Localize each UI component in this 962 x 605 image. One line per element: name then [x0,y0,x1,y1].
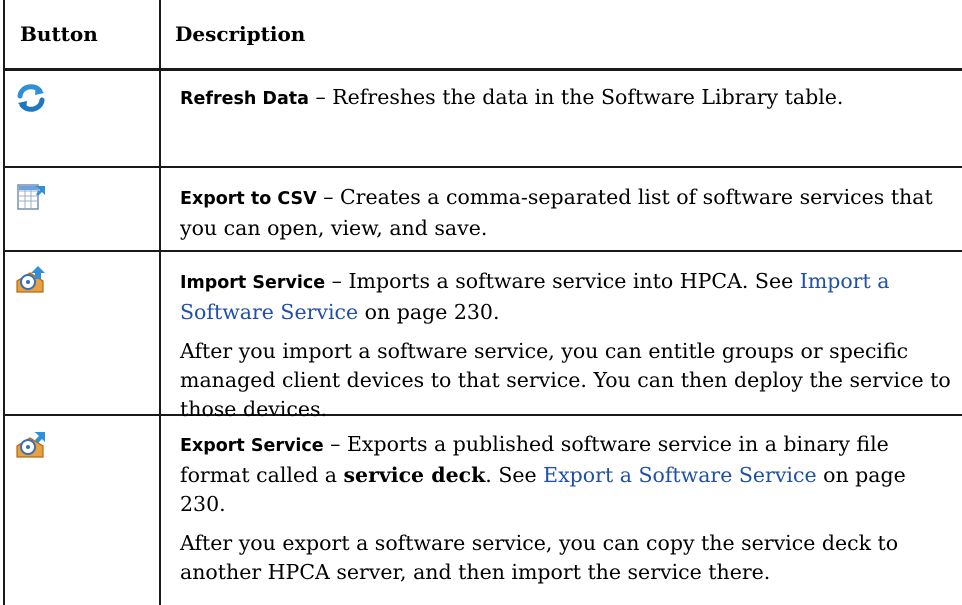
export-service-icon[interactable] [14,430,48,460]
term-export-csv: Export to CSV [180,189,317,209]
refresh-data-description: Refresh Data – Refreshes the data in the… [180,85,844,109]
refresh-icon[interactable] [14,83,48,113]
header-button: Button [20,22,98,46]
service-deck-term: service deck [343,463,486,487]
export-csv-description: Export to CSV – Creates a comma-separate… [180,185,933,240]
row-divider [3,250,962,252]
import-service-icon[interactable] [14,265,48,295]
refresh-data-text: Refreshes the data in the Software Libra… [332,85,844,109]
column-divider [159,0,161,605]
term-export-service: Export Service [180,436,324,456]
table-left-border [3,0,5,605]
header-description: Description [175,22,306,46]
export-service-note: After you export a software service, you… [180,531,899,584]
import-service-note: After you import a software service, you… [180,339,951,421]
button-description-table: Button Description Refresh Data – Refres… [0,0,962,605]
import-service-description: Import Service – Imports a software serv… [180,267,954,424]
export-software-service-link[interactable]: Export a Software Service [543,463,816,487]
export-csv-icon[interactable] [14,182,48,212]
header-rule [3,68,962,71]
term-import-service: Import Service [180,273,326,293]
term-refresh-data: Refresh Data [180,89,309,109]
row-divider [3,166,962,168]
export-service-description: Export Service – Exports a published sof… [180,430,954,587]
